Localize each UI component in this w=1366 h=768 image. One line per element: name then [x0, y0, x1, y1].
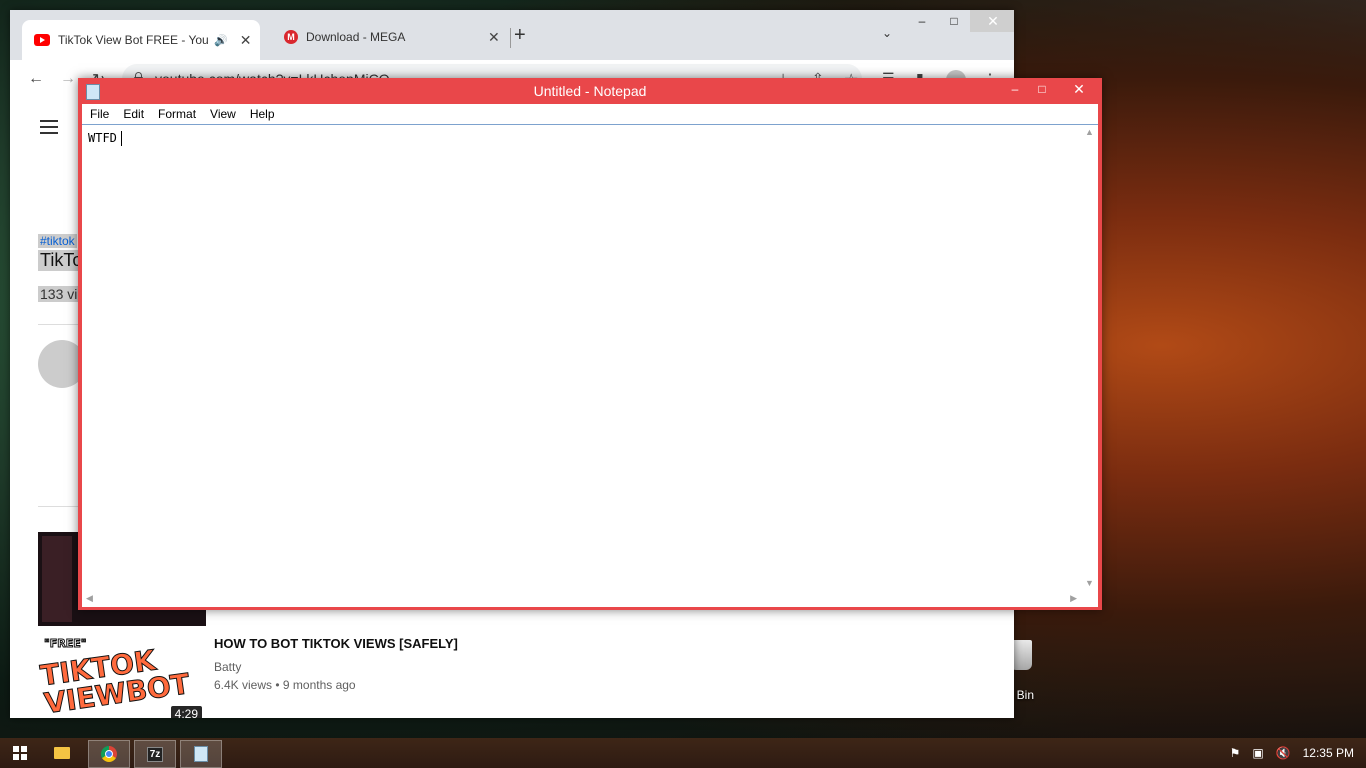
scroll-up-icon[interactable]: ▲ — [1085, 127, 1094, 137]
notepad-taskbar-button[interactable] — [180, 740, 222, 768]
minimize-button[interactable]: – — [906, 10, 938, 32]
notepad-window-controls: – □ ✕ — [1002, 78, 1102, 100]
recommended-video-title[interactable]: HOW TO BOT TIKTOK VIEWS [SAFELY] — [214, 636, 458, 651]
system-tray: ⚑ ▣ 🔇 12:35 PM — [1230, 738, 1366, 768]
divider — [38, 324, 82, 325]
scroll-left-icon[interactable]: ◀ — [86, 593, 93, 604]
close-tab-icon[interactable]: ✕ — [240, 32, 252, 49]
7zip-icon: 7z — [146, 746, 164, 762]
tab-youtube[interactable]: TikTok View Bot FREE - YouTube 🔊 ✕ — [22, 20, 260, 60]
7zip-taskbar-button[interactable]: 7z — [134, 740, 176, 768]
divider — [38, 506, 82, 507]
editor-content: WTFD — [88, 131, 122, 146]
back-arrow-icon[interactable]: ← — [28, 70, 44, 88]
close-button[interactable]: ✕ — [1056, 78, 1102, 100]
clock[interactable]: 12:35 PM — [1303, 746, 1354, 760]
tab-divider — [510, 28, 511, 48]
video-hashtag[interactable]: #tiktok — [38, 234, 77, 248]
folder-icon — [54, 747, 70, 759]
action-center-flag-icon[interactable]: ⚑ — [1230, 746, 1241, 760]
chrome-window-controls: – □ ✕ — [906, 10, 1014, 32]
notepad-title-bar[interactable]: Untitled - Notepad – □ ✕ — [78, 78, 1102, 104]
tab-title: Download - MEGA — [306, 30, 406, 44]
thumbnail-sub-text: "FREE" — [43, 637, 87, 650]
network-icon[interactable]: ▣ — [1252, 746, 1263, 760]
start-button[interactable] — [0, 740, 40, 766]
video-thumbnail[interactable]: "FREE" TIKTOK VIEWBOT 4:29 — [38, 632, 206, 718]
menu-help[interactable]: Help — [244, 107, 281, 121]
menu-format[interactable]: Format — [152, 107, 202, 121]
notepad-icon — [194, 746, 208, 762]
text-editor-area[interactable]: WTFD ▲ ▼ ◀ ▶ — [82, 124, 1098, 607]
notepad-window: Untitled - Notepad – □ ✕ File Edit Forma… — [78, 78, 1102, 610]
maximize-button[interactable]: □ — [938, 10, 970, 32]
scroll-down-icon[interactable]: ▼ — [1085, 578, 1094, 588]
duration-badge: 4:29 — [170, 706, 202, 718]
chrome-taskbar-button[interactable] — [88, 740, 130, 768]
tab-mega[interactable]: M Download - MEGA ✕ — [272, 22, 502, 52]
menu-file[interactable]: File — [84, 107, 115, 121]
recommended-channel-name[interactable]: Batty — [214, 660, 241, 674]
menu-view[interactable]: View — [204, 107, 242, 121]
mega-icon: M — [284, 30, 298, 44]
youtube-icon — [34, 34, 50, 46]
editor-text: WTFD — [88, 131, 117, 145]
menu-edit[interactable]: Edit — [117, 107, 150, 121]
horizontal-scrollbar[interactable]: ◀ ▶ — [82, 590, 1081, 607]
maximize-button[interactable]: □ — [1028, 78, 1056, 100]
tab-search-chevron-icon[interactable]: ⌄ — [882, 26, 892, 40]
taskbar: 7z ⚑ ▣ 🔇 12:35 PM — [0, 738, 1366, 768]
windows-logo-icon — [13, 746, 27, 760]
volume-muted-icon[interactable]: 🔇 — [1276, 746, 1291, 760]
close-tab-icon[interactable]: ✕ — [488, 29, 500, 46]
tab-strip: TikTok View Bot FREE - YouTube 🔊 ✕ M Dow… — [10, 10, 1014, 60]
window-title: Untitled - Notepad — [533, 83, 647, 99]
chrome-icon — [101, 746, 117, 762]
recommended-video-meta: 6.4K views • 9 months ago — [214, 678, 356, 692]
vertical-scrollbar[interactable]: ▲ ▼ — [1081, 125, 1098, 590]
file-explorer-button[interactable] — [42, 740, 82, 766]
hamburger-menu-icon[interactable] — [40, 120, 58, 138]
close-button[interactable]: ✕ — [970, 10, 1014, 32]
menu-bar: File Edit Format View Help — [82, 104, 1098, 125]
speaker-icon[interactable]: 🔊 — [214, 34, 228, 47]
text-caret — [120, 131, 122, 146]
scroll-right-icon[interactable]: ▶ — [1070, 593, 1077, 604]
minimize-button[interactable]: – — [1002, 78, 1028, 100]
tab-title: TikTok View Bot FREE - YouTube — [58, 33, 208, 47]
new-tab-button[interactable]: + — [514, 24, 526, 47]
forward-arrow-icon[interactable]: → — [60, 70, 76, 88]
